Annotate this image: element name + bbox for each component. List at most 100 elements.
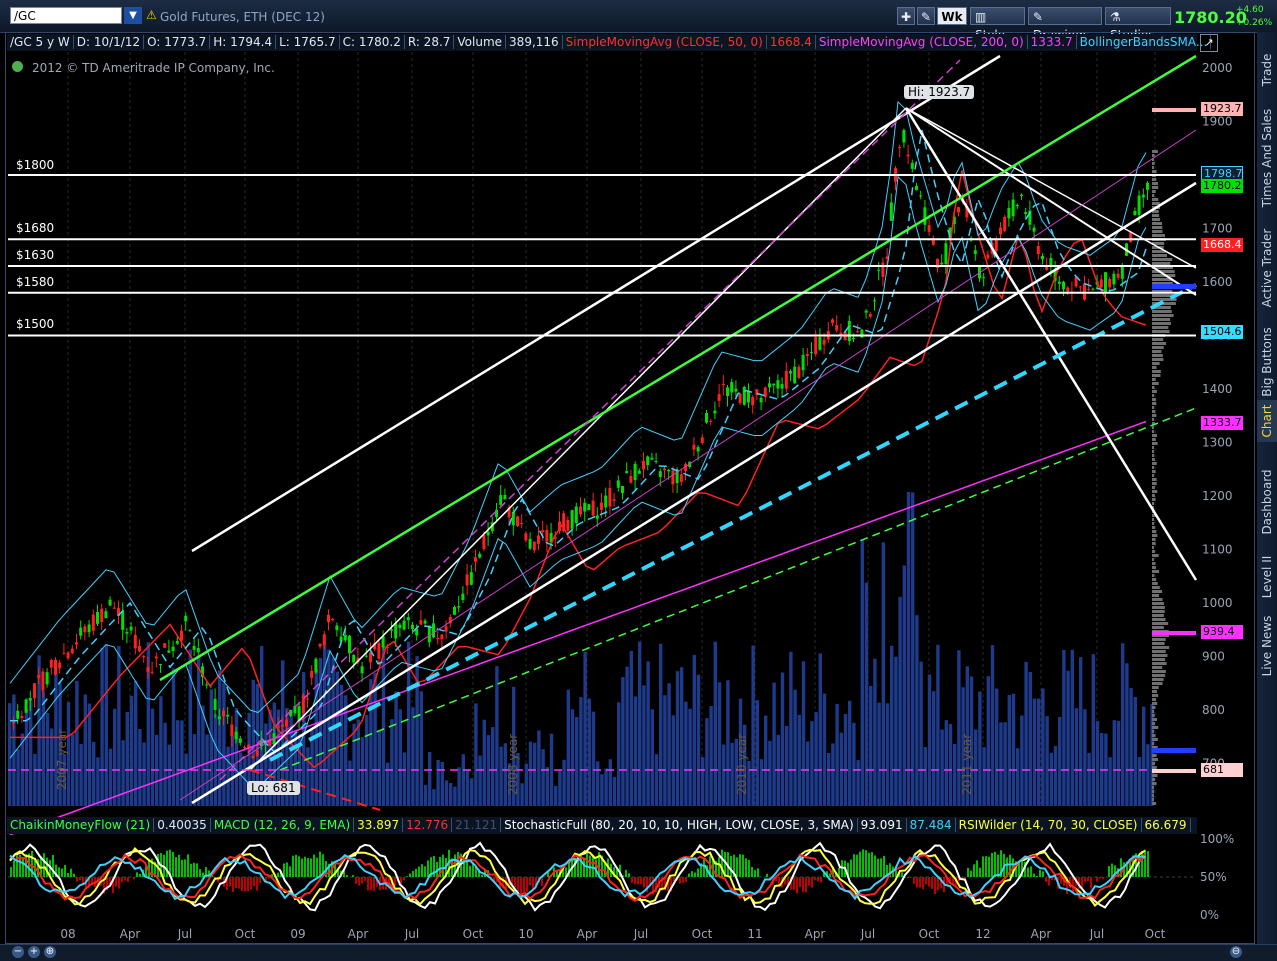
lower-study-info-bar: ChaikinMoneyFlow (21)0.40035MACD (12, 26… bbox=[7, 817, 1197, 834]
volume-profile-bar bbox=[1152, 730, 1154, 733]
volume-bar bbox=[798, 715, 801, 806]
candle-body bbox=[814, 337, 817, 354]
stoch-label[interactable]: StochasticFull (80, 20, 10, 10, HIGH, LO… bbox=[501, 818, 857, 832]
histogram-bar bbox=[580, 853, 582, 877]
candle-body bbox=[1024, 212, 1027, 214]
volume-profile-bar bbox=[1152, 162, 1155, 165]
cmf-label[interactable]: ChaikinMoneyFlow (21) bbox=[7, 818, 154, 832]
volume-bar bbox=[457, 767, 460, 806]
volume-bar bbox=[222, 683, 225, 806]
tab-big-buttons[interactable]: Big Buttons bbox=[1257, 317, 1277, 407]
histogram-bar bbox=[994, 852, 996, 877]
volume-bar bbox=[1075, 708, 1078, 806]
volume-profile-bar bbox=[1152, 218, 1160, 221]
price-tick-label: 1000 bbox=[1202, 596, 1233, 610]
macd-label[interactable]: MACD (12, 26, 9, EMA) bbox=[211, 818, 354, 832]
volume-bar bbox=[453, 787, 456, 806]
symbol-period[interactable]: /GC 5 y W bbox=[7, 35, 74, 49]
candle-body bbox=[697, 447, 700, 451]
histogram-bar bbox=[352, 875, 354, 877]
candle-body bbox=[222, 711, 225, 716]
histogram-bar bbox=[880, 858, 882, 877]
time-tick-label: Jul bbox=[404, 927, 419, 941]
volume-bar bbox=[1003, 722, 1006, 806]
candle-body bbox=[71, 649, 74, 654]
zoom-out-icon[interactable]: − bbox=[12, 946, 24, 958]
volume-profile-bar bbox=[1152, 666, 1162, 669]
tab-level-ii[interactable]: Level II bbox=[1257, 547, 1277, 607]
volume-bar bbox=[331, 658, 334, 806]
volume-profile-bar bbox=[1152, 438, 1156, 441]
rsi-value: 66.679 bbox=[1142, 818, 1191, 832]
level-label-1800: $1800 bbox=[16, 158, 54, 172]
volume-bar bbox=[655, 754, 658, 806]
histogram-bar bbox=[1084, 877, 1086, 882]
tab-chart[interactable]: Chart bbox=[1257, 400, 1277, 442]
candle-body bbox=[776, 380, 779, 388]
volume-profile-bar bbox=[1152, 650, 1166, 653]
histogram-bar bbox=[916, 877, 918, 887]
volume-profile-bar bbox=[1152, 670, 1166, 673]
volume-bar bbox=[1012, 694, 1015, 806]
histogram-bar bbox=[250, 877, 252, 889]
volume-bar bbox=[1029, 672, 1032, 806]
volume-profile-bar bbox=[1152, 482, 1157, 485]
candle-body bbox=[634, 464, 637, 480]
chart-svg[interactable]: 2000190018001700160015001400130012001100… bbox=[0, 0, 1257, 944]
volume-bar bbox=[235, 708, 238, 806]
price-tick-label: 1200 bbox=[1202, 489, 1233, 503]
volume-profile-bar bbox=[1152, 354, 1163, 357]
candle-body bbox=[1049, 258, 1052, 266]
volume-bar bbox=[567, 690, 570, 806]
candle-body bbox=[806, 354, 809, 356]
volume-profile-bar bbox=[1152, 222, 1162, 225]
volume-bar bbox=[25, 709, 28, 806]
volume-bar bbox=[709, 706, 712, 806]
chart-settings-icon[interactable]: ↗ bbox=[1200, 34, 1218, 52]
volume-bar bbox=[1092, 654, 1095, 806]
tab-active-trader[interactable]: Active Trader bbox=[1257, 220, 1277, 316]
volume-profile-bar bbox=[1152, 374, 1160, 377]
volume-profile-bar bbox=[1152, 498, 1156, 501]
axis-marker bbox=[1152, 631, 1196, 635]
time-tick-label: 08 bbox=[60, 927, 75, 941]
tab-dashboard[interactable]: Dashboard bbox=[1257, 457, 1277, 547]
candle-body bbox=[503, 495, 506, 499]
volume-profile-bar bbox=[1152, 614, 1164, 617]
zoom-in-icon[interactable]: + bbox=[28, 946, 40, 958]
candle-body bbox=[96, 612, 99, 624]
sma200-label[interactable]: SimpleMovingAvg (CLOSE, 200, 0) bbox=[816, 35, 1028, 49]
histogram-bar bbox=[931, 877, 933, 889]
time-tick-label: Apr bbox=[577, 927, 598, 941]
zoom-reset-icon[interactable]: ⊕ bbox=[44, 946, 56, 958]
tab-trade[interactable]: Trade bbox=[1257, 38, 1277, 102]
candle-body bbox=[823, 340, 826, 345]
candle-body bbox=[184, 616, 187, 621]
tab-times-and-sales[interactable]: Times And Sales bbox=[1257, 102, 1277, 214]
volume-bar bbox=[399, 709, 402, 806]
histogram-bar bbox=[307, 858, 309, 877]
histogram-bar bbox=[235, 877, 237, 888]
sma50-label[interactable]: SimpleMovingAvg (CLOSE, 50, 0) bbox=[563, 35, 767, 49]
volume-bar bbox=[978, 691, 981, 806]
histogram-bar bbox=[805, 877, 807, 892]
volume-profile-bar bbox=[1152, 686, 1159, 689]
histogram-bar bbox=[76, 877, 78, 882]
volume-label[interactable]: Volume bbox=[454, 35, 506, 49]
candle-body bbox=[671, 471, 674, 485]
candle-body bbox=[113, 608, 116, 609]
candle-body bbox=[713, 411, 716, 414]
histogram-bar bbox=[319, 852, 321, 877]
histogram-bar bbox=[442, 855, 444, 877]
candle-body bbox=[797, 367, 800, 378]
candle-body bbox=[1112, 274, 1115, 285]
rsi-label[interactable]: RSIWilder (14, 70, 30, CLOSE) bbox=[956, 818, 1142, 832]
collapse-icon[interactable]: ⊖ bbox=[1230, 946, 1242, 958]
candle-body bbox=[285, 720, 288, 727]
bollinger-label[interactable]: BollingerBandsSMA... bbox=[1077, 35, 1212, 49]
volume-bar bbox=[630, 651, 633, 806]
volume-bar bbox=[600, 774, 603, 806]
candle-body bbox=[411, 625, 414, 629]
percent-tick-label: 0% bbox=[1200, 908, 1219, 922]
tab-live-news[interactable]: Live News bbox=[1257, 610, 1277, 682]
